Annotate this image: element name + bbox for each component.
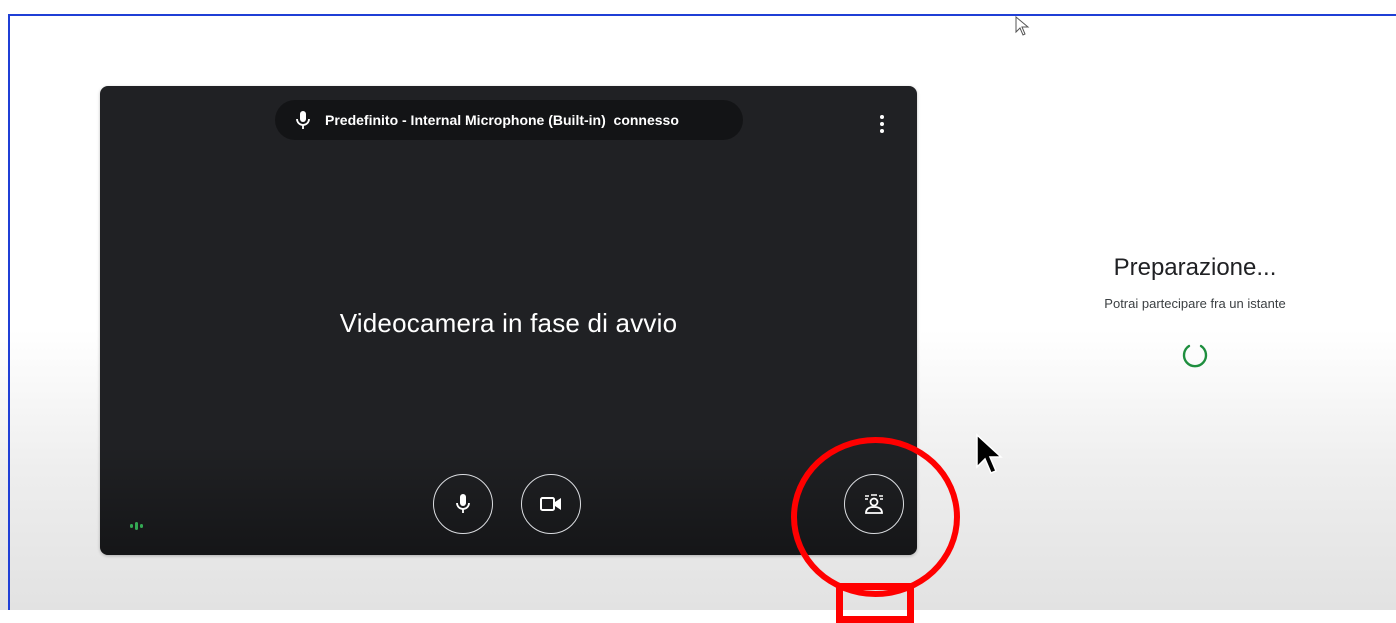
microphone-icon [295, 110, 311, 130]
preparing-title: Preparazione... [1113, 254, 1277, 281]
microphone-icon [456, 494, 470, 513]
camera-status-text: Videocamera in fase di avvio [339, 308, 678, 338]
annotation-circle [791, 437, 960, 597]
join-panel: Preparazione... Potrai partecipare fra u… [1050, 250, 1340, 374]
microphone-status-text: Predefinito - Internal Microphone (Built… [325, 112, 679, 128]
audio-level-indicator [130, 522, 143, 530]
more-vert-icon [880, 115, 884, 119]
microphone-status-pill[interactable]: Predefinito - Internal Microphone (Built… [275, 100, 743, 140]
annotation-box [836, 583, 914, 623]
microphone-toggle-button[interactable] [433, 474, 493, 534]
preparing-subtitle: Potrai partecipare fra un istante [1104, 296, 1286, 311]
mouse-pointer-icon [976, 433, 1003, 474]
small-pointer-icon [1015, 16, 1030, 36]
camera-toggle-button[interactable] [521, 474, 581, 534]
videocam-icon [540, 497, 561, 511]
video-preview: Predefinito - Internal Microphone (Built… [100, 86, 917, 555]
loading-spinner-icon [1182, 344, 1208, 368]
more-options-button[interactable] [870, 110, 894, 138]
